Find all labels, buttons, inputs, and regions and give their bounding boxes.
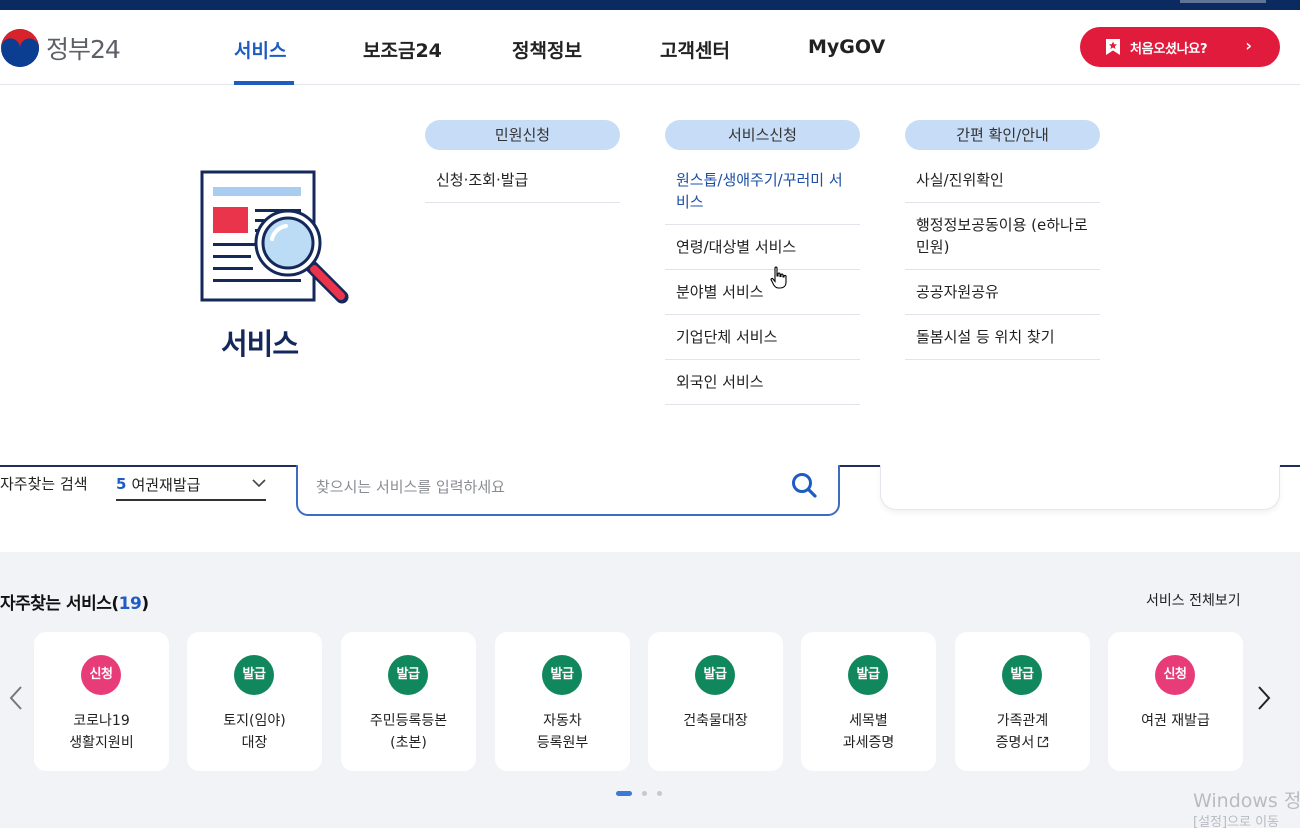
chevron-right-icon: › — [1245, 36, 1252, 55]
chevron-down-icon — [252, 479, 266, 488]
site-header: 정부24 서비스 보조금24 정책정보 고객센터 MyGOV 처음오셨나요? › — [0, 10, 1300, 85]
menu-item-corporate[interactable]: 기업단체 서비스 — [665, 315, 860, 360]
carousel-prev-icon[interactable] — [8, 684, 24, 712]
issue-badge: 발급 — [234, 655, 274, 695]
menu-column-civil-petition: 민원신청 신청·조회·발급 — [425, 120, 620, 203]
issue-badge: 발급 — [695, 655, 735, 695]
service-card-label: 건축물대장 — [683, 713, 748, 729]
windows-activation-hint: [설정]으로 이동 — [1193, 815, 1280, 830]
frequent-services-count: 19 — [118, 594, 142, 614]
nav-customer-center[interactable]: 고객센터 — [660, 36, 730, 63]
first-visit-button[interactable]: 처음오셨나요? › — [1080, 27, 1280, 67]
menu-column-heading: 민원신청 — [425, 120, 620, 150]
frequent-services-title: 자주찾는 서비스(19) — [0, 594, 149, 614]
menu-column-heading: 서비스신청 — [665, 120, 860, 150]
issue-badge: 발급 — [848, 655, 888, 695]
bookmark-star-icon — [1106, 39, 1120, 55]
frequent-services-section: 자주찾는 서비스(19) 서비스 전체보기 신청 코로나19 생활지원비 발급 … — [0, 552, 1300, 828]
service-card-passport-reissue[interactable]: 신청 여권 재발급 — [1108, 632, 1243, 771]
search-section: 자주찾는 검색 5 여권재발급 — [0, 465, 1300, 552]
side-info-card — [880, 465, 1280, 510]
issue-badge: 발급 — [542, 655, 582, 695]
hand-pointer-cursor-icon — [770, 266, 787, 289]
issue-badge: 발급 — [1002, 655, 1042, 695]
logo-text: 정부24 — [46, 35, 121, 64]
search-box — [296, 465, 840, 516]
services-mega-menu: 서비스 민원신청 신청·조회·발급 서비스신청 원스톱/생애주기/꾸러미 서비스… — [0, 85, 1300, 467]
windows-activation-watermark: Windows 정 — [1193, 790, 1300, 812]
apply-badge: 신청 — [81, 655, 121, 695]
document-magnifier-illustration — [200, 170, 349, 304]
menu-column-quick-check: 간편 확인/안내 사실/진위확인 행정정보공동이용 (e하나로민원) 공공자원공… — [905, 120, 1100, 360]
service-card-covid-support[interactable]: 신청 코로나19 생활지원비 — [34, 632, 169, 771]
pagination-dot[interactable] — [642, 791, 647, 796]
menu-column-heading: 간편 확인/안내 — [905, 120, 1100, 150]
frequent-search-value: 여권재발급 — [131, 475, 201, 494]
service-card-resident-registration[interactable]: 발급 주민등록등본 (초본) — [341, 632, 476, 771]
nav-mygov[interactable]: MyGOV — [808, 36, 885, 58]
service-card-tax-certificate[interactable]: 발급 세목별 과세증명 — [801, 632, 936, 771]
service-card-land-register[interactable]: 발급 토지(임야) 대장 — [187, 632, 322, 771]
service-card-label: 여권 재발급 — [1141, 713, 1210, 729]
mega-menu-title: 서비스 — [221, 327, 299, 361]
site-logo[interactable]: 정부24 — [0, 28, 121, 68]
menu-item-public-resource-sharing[interactable]: 공공자원공유 — [905, 270, 1100, 315]
nav-services[interactable]: 서비스 — [234, 36, 286, 63]
menu-item-by-field[interactable]: 분야별 서비스 — [665, 270, 860, 315]
issue-badge: 발급 — [388, 655, 428, 695]
service-card-family-relation[interactable]: 발급 가족관계 증명서 — [955, 632, 1090, 771]
service-card-label: 코로나19 생활지원비 — [69, 713, 134, 751]
service-card-building-register[interactable]: 발급 건축물대장 — [648, 632, 783, 771]
menu-item-care-facility-finder[interactable]: 돌봄시설 등 위치 찾기 — [905, 315, 1100, 360]
taegeuk-logo-icon — [1, 29, 39, 67]
frequent-search-label: 자주찾는 검색 — [0, 475, 88, 493]
menu-item-apply-inquire-issue[interactable]: 신청·조회·발급 — [425, 158, 620, 203]
search-icon[interactable] — [790, 471, 818, 499]
service-card-label: 세목별 과세증명 — [842, 713, 895, 751]
frequent-search-dropdown[interactable]: 5 여권재발급 — [116, 469, 266, 501]
carousel-next-icon[interactable] — [1256, 684, 1272, 712]
view-all-services-link[interactable]: 서비스 전체보기 — [1146, 590, 1241, 610]
top-utility-bar — [0, 0, 1300, 10]
pagination-dot[interactable] — [657, 791, 662, 796]
first-visit-label: 처음오셨나요? — [1130, 41, 1208, 57]
menu-item-onestop-lifecycle[interactable]: 원스톱/생애주기/꾸러미 서비스 — [665, 158, 860, 225]
menu-item-foreigner[interactable]: 외국인 서비스 — [665, 360, 860, 405]
menu-item-fact-verification[interactable]: 사실/진위확인 — [905, 158, 1100, 203]
search-input[interactable] — [316, 467, 776, 507]
menu-item-admin-info-sharing[interactable]: 행정정보공동이용 (e하나로민원) — [905, 203, 1100, 270]
utility-button[interactable] — [1180, 0, 1266, 3]
service-card-label: 주민등록등본 (초본) — [369, 713, 448, 751]
menu-column-service-application: 서비스신청 원스톱/생애주기/꾸러미 서비스 연령/대상별 서비스 분야별 서비… — [665, 120, 860, 405]
pagination-dot-active[interactable] — [616, 791, 632, 796]
carousel-pagination — [616, 791, 662, 796]
nav-subsidy24[interactable]: 보조금24 — [363, 36, 442, 63]
frequent-search-rank: 5 — [116, 475, 127, 493]
menu-item-age-target[interactable]: 연령/대상별 서비스 — [665, 225, 860, 270]
external-link-icon — [1038, 736, 1049, 748]
apply-badge: 신청 — [1155, 655, 1195, 695]
service-card-label: 자동차 등록원부 — [536, 713, 589, 751]
service-card-vehicle-register[interactable]: 발급 자동차 등록원부 — [495, 632, 630, 771]
service-card-label: 가족관계 증명서 — [995, 713, 1049, 751]
nav-policy-info[interactable]: 정책정보 — [512, 36, 582, 63]
service-card-label: 토지(임야) 대장 — [223, 713, 286, 751]
